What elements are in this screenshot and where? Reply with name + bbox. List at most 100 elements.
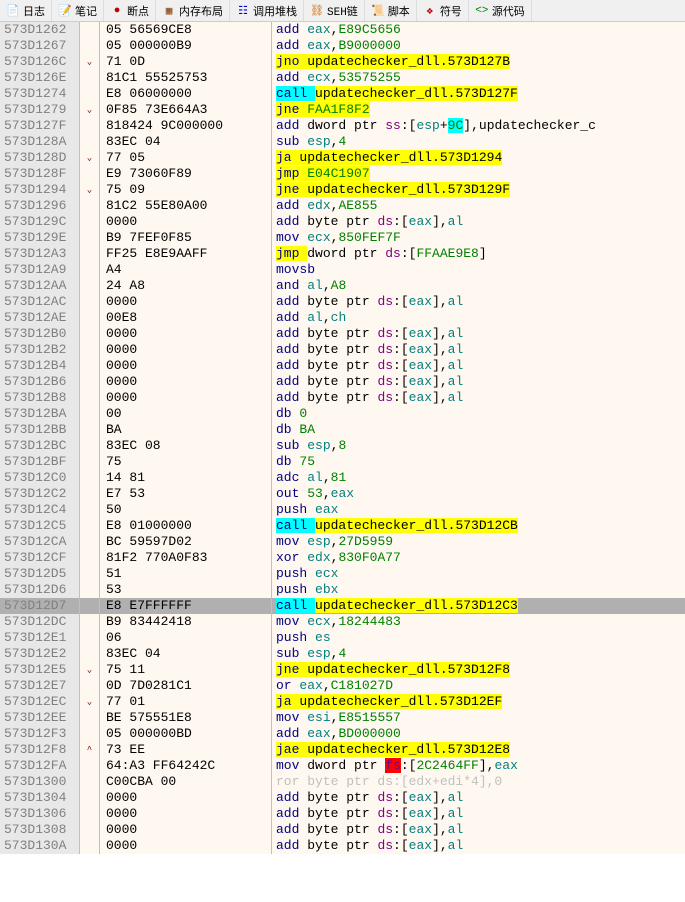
- bytes-column: E8 01000000: [100, 518, 272, 534]
- disasm-row[interactable]: 573D130A0000add byte ptr ds:[eax],al: [0, 838, 685, 854]
- disasm-row[interactable]: 573D12A9A4movsb: [0, 262, 685, 278]
- disasm-row[interactable]: 573D1294⌄75 09jne updatechecker_dll.573D…: [0, 182, 685, 198]
- jump-indicator: ^: [80, 742, 100, 758]
- toolbar-item-3[interactable]: ▦内存布局: [156, 0, 230, 21]
- disasm-row[interactable]: 573D12EEBE 575551E8mov esi,E8515557: [0, 710, 685, 726]
- bytes-column: A4: [100, 262, 272, 278]
- disasm-row[interactable]: 573D126E81C1 55525753add ecx,53575255: [0, 70, 685, 86]
- disasm-row[interactable]: 573D12BC83EC 08sub esp,8: [0, 438, 685, 454]
- disasm-row[interactable]: 573D1279⌄0F85 73E664A3jne FAA1F8F2: [0, 102, 685, 118]
- disasm-row[interactable]: 573D126205 56569CE8add eax,E89C5656: [0, 22, 685, 38]
- jump-indicator: [80, 838, 100, 854]
- disasm-row[interactable]: 573D12B40000add byte ptr ds:[eax],al: [0, 358, 685, 374]
- disasm-row[interactable]: 573D12D551push ecx: [0, 566, 685, 582]
- address-column: 573D12C4: [0, 502, 80, 518]
- toolbar-item-1[interactable]: 📝笔记: [52, 0, 104, 21]
- disasm-column: and al,A8: [272, 278, 685, 294]
- disasm-row[interactable]: 573D12A3FF25 E8E9AAFFjmp dword ptr ds:[F…: [0, 246, 685, 262]
- disasm-column: add eax,E89C5656: [272, 22, 685, 38]
- disasm-row[interactable]: 573D12B80000add byte ptr ds:[eax],al: [0, 390, 685, 406]
- disasm-row[interactable]: 573D12FA64:A3 FF64242Cmov dword ptr fs:[…: [0, 758, 685, 774]
- disasm-column: add ecx,53575255: [272, 70, 685, 86]
- disasm-row[interactable]: 573D12AA24 A8and al,A8: [0, 278, 685, 294]
- jump-indicator: [80, 134, 100, 150]
- disasm-row[interactable]: 573D12C450push eax: [0, 502, 685, 518]
- address-column: 573D128F: [0, 166, 80, 182]
- disasm-row[interactable]: 573D127F818424 9C000000add dword ptr ss:…: [0, 118, 685, 134]
- toolbar-item-6[interactable]: 📜脚本: [365, 0, 417, 21]
- address-column: 573D1262: [0, 22, 80, 38]
- disasm-row[interactable]: 573D12CF81F2 770A0F83xor edx,830F0A77: [0, 550, 685, 566]
- disasm-row[interactable]: 573D12F8^73 EEjae updatechecker_dll.573D…: [0, 742, 685, 758]
- disasm-row[interactable]: 573D129C0000add byte ptr ds:[eax],al: [0, 214, 685, 230]
- bytes-column: 81C1 55525753: [100, 70, 272, 86]
- disasm-row[interactable]: 573D1300C00CBA 00ror byte ptr ds:[edx+ed…: [0, 774, 685, 790]
- address-column: 573D1296: [0, 198, 80, 214]
- toolbar-item-5[interactable]: ⛓SEH链: [304, 0, 365, 21]
- jump-indicator: [80, 790, 100, 806]
- address-column: 573D12AA: [0, 278, 80, 294]
- disasm-row[interactable]: 573D128A83EC 04sub esp,4: [0, 134, 685, 150]
- disasm-row[interactable]: 573D12D7E8 E7FFFFFFcall updatechecker_dl…: [0, 598, 685, 614]
- toolbar-label: 符号: [440, 3, 462, 19]
- disasm-row[interactable]: 573D1274E8 06000000call updatechecker_dl…: [0, 86, 685, 102]
- toolbar-item-0[interactable]: 📄日志: [0, 0, 52, 21]
- jump-indicator: [80, 582, 100, 598]
- disasm-row[interactable]: 573D13040000add byte ptr ds:[eax],al: [0, 790, 685, 806]
- toolbar-item-8[interactable]: <>源代码: [469, 0, 532, 21]
- bytes-column: 81C2 55E80A00: [100, 198, 272, 214]
- disasm-column: call updatechecker_dll.573D127F: [272, 86, 685, 102]
- disasm-row[interactable]: 573D128D⌄77 05ja updatechecker_dll.573D1…: [0, 150, 685, 166]
- disasm-row[interactable]: 573D126C⌄71 0Djno updatechecker_dll.573D…: [0, 54, 685, 70]
- disasm-row[interactable]: 573D12D653push ebx: [0, 582, 685, 598]
- disasm-column: add byte ptr ds:[eax],al: [272, 342, 685, 358]
- toolbar-icon: <>: [475, 4, 489, 18]
- bytes-column: B9 7FEF0F85: [100, 230, 272, 246]
- jump-indicator: ⌄: [80, 102, 100, 118]
- disasm-row[interactable]: 573D12E70D 7D0281C1or eax,C181027D: [0, 678, 685, 694]
- disasm-column: ja updatechecker_dll.573D1294: [272, 150, 685, 166]
- address-column: 573D12B4: [0, 358, 80, 374]
- bytes-column: 0F85 73E664A3: [100, 102, 272, 118]
- toolbar-item-4[interactable]: ☷调用堆栈: [230, 0, 304, 21]
- disasm-row[interactable]: 573D12C5E8 01000000call updatechecker_dl…: [0, 518, 685, 534]
- disasm-column: add eax,BD000000: [272, 726, 685, 742]
- disasm-row[interactable]: 573D12E106push es: [0, 630, 685, 646]
- bytes-column: BE 575551E8: [100, 710, 272, 726]
- jump-indicator: [80, 438, 100, 454]
- toolbar-item-2[interactable]: ●断点: [104, 0, 156, 21]
- disasm-row[interactable]: 573D12F305 000000BDadd eax,BD000000: [0, 726, 685, 742]
- toolbar-item-7[interactable]: ❖符号: [417, 0, 469, 21]
- disasm-column: out 53,eax: [272, 486, 685, 502]
- disasm-row[interactable]: 573D129EB9 7FEF0F85mov ecx,850FEF7F: [0, 230, 685, 246]
- disasm-row[interactable]: 573D129681C2 55E80A00add edx,AE855: [0, 198, 685, 214]
- disasm-row[interactable]: 573D12B20000add byte ptr ds:[eax],al: [0, 342, 685, 358]
- disasm-row[interactable]: 573D13060000add byte ptr ds:[eax],al: [0, 806, 685, 822]
- disasm-row[interactable]: 573D12B60000add byte ptr ds:[eax],al: [0, 374, 685, 390]
- disassembly-view[interactable]: 573D126205 56569CE8add eax,E89C5656573D1…: [0, 22, 685, 854]
- disasm-row[interactable]: 573D12C2E7 53out 53,eax: [0, 486, 685, 502]
- disasm-row[interactable]: 573D12AE00E8add al,ch: [0, 310, 685, 326]
- disasm-row[interactable]: 573D128FE9 73060F89jmp E04C1907: [0, 166, 685, 182]
- disasm-row[interactable]: 573D12BA00db 0: [0, 406, 685, 422]
- jump-indicator: [80, 646, 100, 662]
- disasm-row[interactable]: 573D12AC0000add byte ptr ds:[eax],al: [0, 294, 685, 310]
- disasm-column: push eax: [272, 502, 685, 518]
- disasm-row[interactable]: 573D12E283EC 04sub esp,4: [0, 646, 685, 662]
- disasm-row[interactable]: 573D12BF75db 75: [0, 454, 685, 470]
- disasm-row[interactable]: 573D126705 000000B9add eax,B9000000: [0, 38, 685, 54]
- jump-indicator: [80, 38, 100, 54]
- address-column: 573D129E: [0, 230, 80, 246]
- disasm-row[interactable]: 573D12CABC 59597D02mov esp,27D5959: [0, 534, 685, 550]
- disasm-column: call updatechecker_dll.573D12CB: [272, 518, 685, 534]
- disasm-column: jae updatechecker_dll.573D12E8: [272, 742, 685, 758]
- jump-indicator: [80, 774, 100, 790]
- disasm-row[interactable]: 573D12B00000add byte ptr ds:[eax],al: [0, 326, 685, 342]
- disasm-row[interactable]: 573D13080000add byte ptr ds:[eax],al: [0, 822, 685, 838]
- disasm-row[interactable]: 573D12EC⌄77 01ja updatechecker_dll.573D1…: [0, 694, 685, 710]
- bytes-column: 05 000000BD: [100, 726, 272, 742]
- disasm-row[interactable]: 573D12E5⌄75 11jne updatechecker_dll.573D…: [0, 662, 685, 678]
- disasm-row[interactable]: 573D12C014 81adc al,81: [0, 470, 685, 486]
- disasm-row[interactable]: 573D12BBBAdb BA: [0, 422, 685, 438]
- disasm-row[interactable]: 573D12DCB9 83442418mov ecx,18244483: [0, 614, 685, 630]
